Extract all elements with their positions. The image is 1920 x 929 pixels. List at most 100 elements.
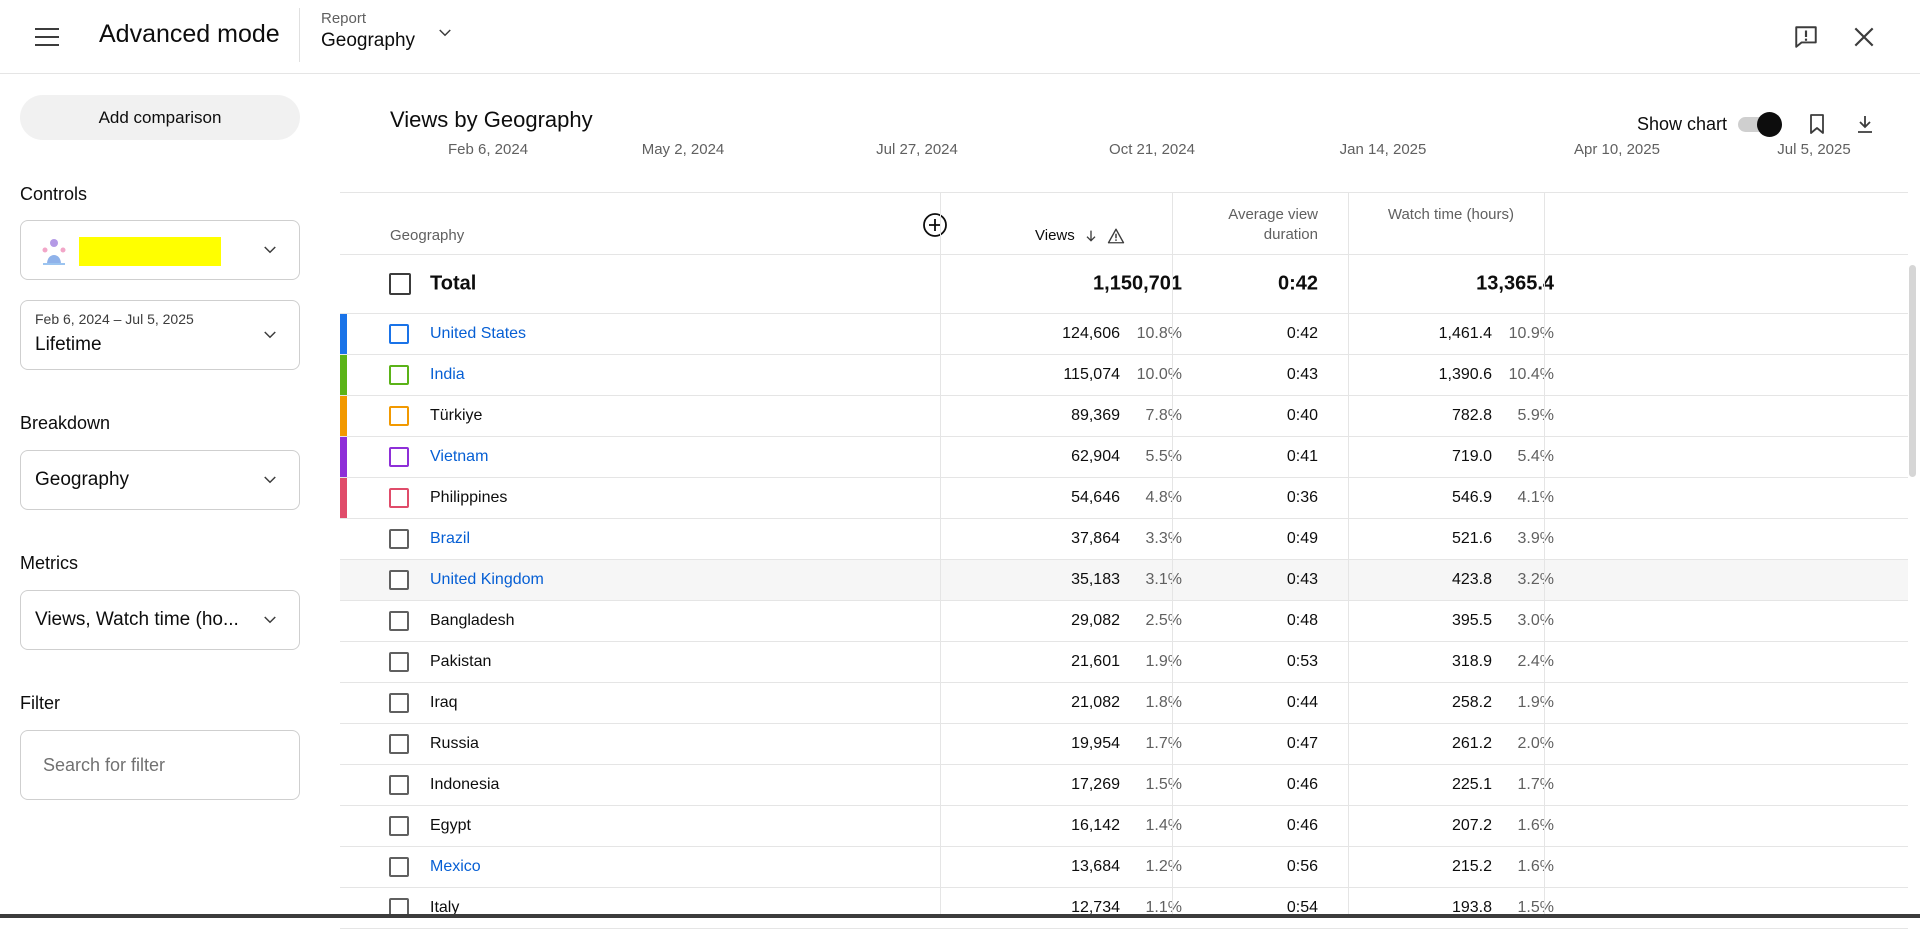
- close-icon[interactable]: [1851, 24, 1877, 50]
- filter-label: Filter: [20, 693, 60, 713]
- table-row[interactable]: Philippines 54,646 4.8% 0:36 546.9 4.1%: [340, 478, 1908, 519]
- avg-duration-value: 0:49: [1286, 530, 1318, 547]
- filter-search-input[interactable]: [20, 730, 300, 800]
- hamburger-menu-icon[interactable]: [30, 20, 64, 54]
- column-header-avg-view-duration[interactable]: Average view duration: [1200, 205, 1318, 245]
- watch-time-percent: 5.9%: [1517, 407, 1554, 424]
- total-checkbox[interactable]: [389, 273, 411, 295]
- views-percent: 5.5%: [1145, 448, 1182, 465]
- bookmark-icon[interactable]: [1805, 111, 1829, 137]
- date-range-select[interactable]: Feb 6, 2024 – Jul 5, 2025 Lifetime: [20, 300, 300, 370]
- watch-time-percent: 2.4%: [1517, 653, 1554, 670]
- table-row[interactable]: Russia 19,954 1.7% 0:47 261.2 2.0%: [340, 724, 1908, 765]
- watch-time-value: 225.1: [1451, 776, 1492, 793]
- axis-tick-label: Jul 5, 2025: [1777, 141, 1851, 158]
- row-checkbox[interactable]: [389, 570, 409, 590]
- table-row[interactable]: Egypt 16,142 1.4% 0:46 207.2 1.6%: [340, 806, 1908, 847]
- chevron-down-icon[interactable]: [436, 24, 454, 42]
- watch-time-value: 423.8: [1451, 571, 1492, 588]
- row-checkbox[interactable]: [389, 406, 409, 426]
- axis-tick-label: Jan 14, 2025: [1339, 141, 1427, 158]
- row-checkbox[interactable]: [389, 816, 409, 836]
- column-header-watch-time[interactable]: Watch time (hours): [1380, 205, 1514, 225]
- row-checkbox[interactable]: [389, 529, 409, 549]
- date-range-text: Feb 6, 2024 – Jul 5, 2025: [35, 311, 194, 327]
- avg-duration-value: 0:43: [1286, 366, 1318, 383]
- axis-tick-label: May 2, 2024: [641, 141, 725, 158]
- total-watch-time: 13,365.4: [1476, 272, 1554, 295]
- views-value: 21,601: [1071, 653, 1120, 670]
- table-row[interactable]: Türkiye 89,369 7.8% 0:40 782.8 5.9%: [340, 396, 1908, 437]
- table-row[interactable]: Brazil 37,864 3.3% 0:49 521.6 3.9%: [340, 519, 1908, 560]
- date-period-text: Lifetime: [35, 334, 102, 355]
- download-icon[interactable]: [1853, 111, 1877, 137]
- row-checkbox[interactable]: [389, 611, 409, 631]
- report-selector[interactable]: Report Geography: [321, 10, 415, 52]
- chart-x-axis: Feb 6, 2024 May 2, 2024 Jul 27, 2024 Oct 21…: [340, 140, 1880, 158]
- views-value: 54,646: [1071, 489, 1120, 506]
- axis-tick-label: Apr 10, 2025: [1574, 141, 1660, 158]
- watch-time-percent: 1.6%: [1517, 817, 1554, 834]
- views-percent: 3.1%: [1145, 571, 1182, 588]
- country-name[interactable]: Vietnam: [430, 448, 488, 466]
- row-checkbox[interactable]: [389, 488, 409, 508]
- table-row[interactable]: Bangladesh 29,082 2.5% 0:48 395.5 3.0%: [340, 601, 1908, 642]
- table-row[interactable]: United Kingdom 35,183 3.1% 0:43 423.8 3.2%: [340, 560, 1908, 601]
- country-name: Bangladesh: [430, 612, 515, 629]
- table-row[interactable]: India 115,074 10.0% 0:43 1,390.6 10.4%: [340, 355, 1908, 396]
- column-header-views[interactable]: Views: [1035, 226, 1125, 246]
- row-checkbox[interactable]: [389, 447, 409, 467]
- app-title: Advanced mode: [99, 20, 280, 48]
- row-checkbox[interactable]: [389, 734, 409, 754]
- avg-duration-value: 0:46: [1286, 776, 1318, 793]
- country-name[interactable]: United Kingdom: [430, 571, 544, 589]
- show-chart-toggle[interactable]: [1738, 112, 1782, 137]
- watch-time-percent: 10.4%: [1508, 366, 1554, 383]
- channel-select[interactable]: [20, 220, 300, 280]
- watch-time-percent: 2.0%: [1517, 735, 1554, 752]
- row-checkbox[interactable]: [389, 365, 409, 385]
- watch-time-percent: 10.9%: [1508, 325, 1554, 342]
- country-name[interactable]: United States: [430, 325, 526, 343]
- metrics-select[interactable]: Views, Watch time (ho...: [20, 590, 300, 650]
- plus-circle-icon[interactable]: [922, 212, 948, 238]
- column-divider: [940, 193, 941, 918]
- views-header-label: Views: [1035, 227, 1075, 244]
- table-row[interactable]: Mexico 13,684 1.2% 0:56 215.2 1.6%: [340, 847, 1908, 888]
- toggle-knob: [1757, 112, 1782, 137]
- breakdown-label: Breakdown: [20, 413, 111, 433]
- table-row[interactable]: United States 124,606 10.8% 0:42 1,461.4 10.9…: [340, 314, 1908, 355]
- row-checkbox[interactable]: [389, 652, 409, 672]
- table-row[interactable]: Indonesia 17,269 1.5% 0:46 225.1 1.7%: [340, 765, 1908, 806]
- country-name[interactable]: Mexico: [430, 858, 481, 876]
- country-name[interactable]: India: [430, 366, 465, 384]
- report-caption: Report: [321, 10, 367, 27]
- row-checkbox[interactable]: [389, 693, 409, 713]
- row-checkbox[interactable]: [389, 324, 409, 344]
- warning-icon: [1107, 228, 1124, 244]
- table-row[interactable]: Iraq 21,082 1.8% 0:44 258.2 1.9%: [340, 683, 1908, 724]
- table-row[interactable]: Vietnam 62,904 5.5% 0:41 719.0 5.4%: [340, 437, 1908, 478]
- total-row: Total 1,150,701 0:42 13,365.4: [340, 255, 1908, 314]
- watch-time-value: 1,461.4: [1438, 325, 1492, 342]
- breakdown-select[interactable]: Geography: [20, 450, 300, 510]
- feedback-icon[interactable]: [1793, 24, 1819, 50]
- country-name: Türkiye: [430, 407, 483, 424]
- watch-time-value: 521.6: [1451, 530, 1492, 547]
- country-name[interactable]: Brazil: [430, 530, 470, 548]
- controls-label: Controls: [20, 184, 88, 204]
- views-value: 37,864: [1071, 530, 1120, 547]
- column-header-geography[interactable]: Geography: [390, 226, 464, 246]
- table-scrollbar[interactable]: [1909, 265, 1916, 477]
- row-checkbox[interactable]: [389, 857, 409, 877]
- watch-time-percent: 1.9%: [1517, 694, 1554, 711]
- table-row[interactable]: Pakistan 21,601 1.9% 0:53 318.9 2.4%: [340, 642, 1908, 683]
- table-row[interactable]: Italy 12,734 1.1% 0:54 193.8 1.5%: [340, 888, 1908, 929]
- bottom-edge: [0, 914, 1920, 918]
- views-percent: 1.9%: [1145, 653, 1182, 670]
- watch-time-value: 207.2: [1451, 817, 1492, 834]
- row-checkbox[interactable]: [389, 775, 409, 795]
- add-comparison-button[interactable]: Add comparison: [20, 95, 300, 140]
- avg-duration-value: 0:44: [1286, 694, 1318, 711]
- watch-time-value: 719.0: [1451, 448, 1492, 465]
